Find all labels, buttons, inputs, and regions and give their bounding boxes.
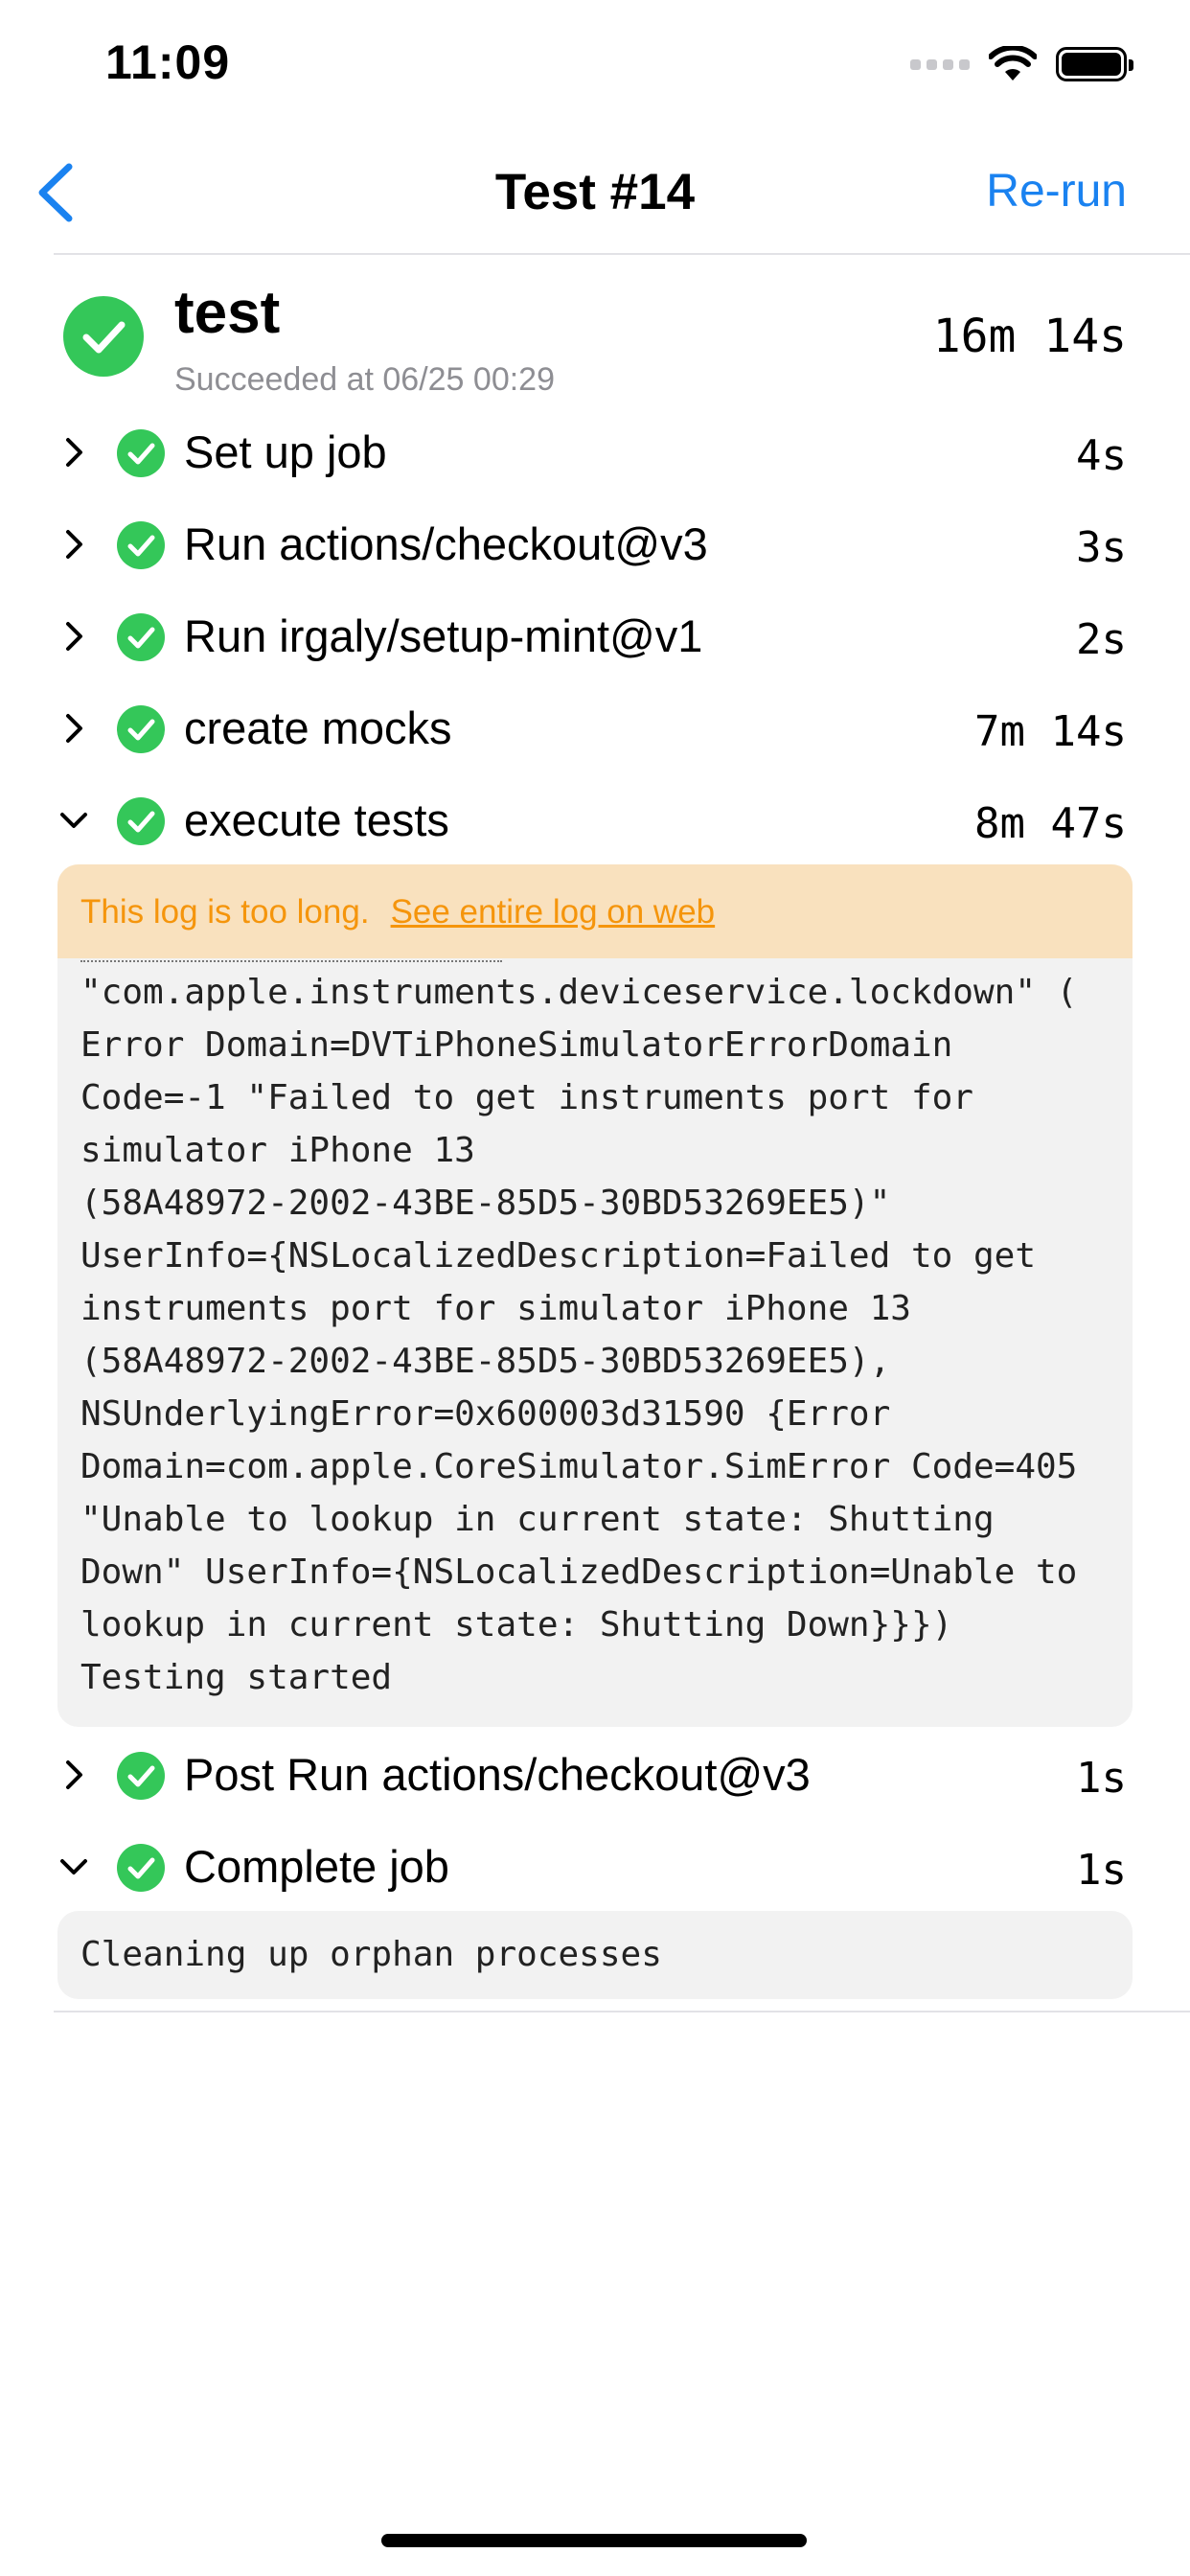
log-line: lookup in current state: Shutting Down}}… bbox=[80, 1605, 953, 1644]
step-row-checkout[interactable]: Run actions/checkout@v3 3s bbox=[0, 498, 1190, 590]
job-header: test Succeeded at 06/25 00:29 16m 14s bbox=[0, 273, 1190, 402]
success-check-icon bbox=[117, 797, 165, 845]
step-row-set-up-job[interactable]: Set up job 4s bbox=[0, 406, 1190, 498]
log-too-long-banner: This log is too long. See entire log on w… bbox=[57, 864, 1133, 958]
log-line: simulator iPhone 13 bbox=[80, 1131, 475, 1170]
step-label: Complete job bbox=[184, 1841, 449, 1892]
log-text: Cleaning up orphan processes bbox=[80, 1935, 662, 1974]
chevron-right-icon bbox=[66, 530, 82, 559]
truncated-log-line bbox=[57, 958, 1133, 966]
step-duration: 4s bbox=[1076, 431, 1127, 480]
log-line: Code=-1 "Failed to get instruments port … bbox=[80, 1078, 973, 1117]
log-line: Error Domain=DVTiPhoneSimulatorErrorDoma… bbox=[80, 1025, 953, 1065]
step-label: Set up job bbox=[184, 426, 387, 477]
cellular-signal-icon bbox=[910, 58, 970, 70]
navigation-bar: Test #14 Re-run bbox=[0, 134, 1190, 253]
log-text: "com.apple.instruments.deviceservice.loc… bbox=[57, 966, 1133, 1704]
step-row-post-checkout[interactable]: Post Run actions/checkout@v3 1s bbox=[0, 1729, 1190, 1821]
success-check-icon bbox=[117, 705, 165, 753]
step-label: Run irgaly/setup-mint@v1 bbox=[184, 610, 703, 661]
success-check-icon bbox=[117, 429, 165, 477]
step-label: Run actions/checkout@v3 bbox=[184, 518, 708, 569]
job-status: Succeeded at 06/25 00:29 bbox=[174, 361, 555, 398]
chevron-right-icon bbox=[66, 438, 82, 467]
step-duration: 7m 14s bbox=[974, 707, 1127, 756]
chevron-right-icon bbox=[66, 622, 82, 651]
success-check-icon bbox=[117, 1752, 165, 1800]
log-line: Down" UserInfo={NSLocalizedDescription=U… bbox=[80, 1552, 1078, 1592]
step-row-complete-job[interactable]: Complete job 1s bbox=[0, 1821, 1190, 1913]
wifi-icon bbox=[989, 46, 1037, 80]
log-line: instruments port for simulator iPhone 13 bbox=[80, 1289, 911, 1328]
battery-icon bbox=[1056, 47, 1133, 81]
chevron-right-icon bbox=[66, 1760, 82, 1789]
see-entire-log-link[interactable]: See entire log on web bbox=[391, 893, 716, 931]
chevron-down-icon bbox=[60, 813, 87, 828]
log-line: (58A48972-2002-43BE-85D5-30BD53269EE5)" bbox=[80, 1184, 891, 1223]
execute-tests-log[interactable]: This log is too long. See entire log on w… bbox=[57, 864, 1133, 1727]
job-duration: 16m 14s bbox=[932, 310, 1127, 363]
chevron-down-icon bbox=[60, 1859, 87, 1874]
success-check-icon bbox=[117, 521, 165, 569]
step-duration: 8m 47s bbox=[974, 799, 1127, 848]
step-duration: 1s bbox=[1076, 1846, 1127, 1895]
status-time: 11:09 bbox=[105, 35, 231, 89]
log-line: "com.apple.instruments.deviceservice.loc… bbox=[80, 973, 1078, 1012]
divider bbox=[54, 2011, 1190, 2012]
log-line: (58A48972-2002-43BE-85D5-30BD53269EE5), bbox=[80, 1342, 891, 1381]
success-check-icon bbox=[63, 296, 144, 377]
screen: 11:09 Test #14 Re-run test Succeeded at bbox=[0, 0, 1190, 2576]
success-check-icon bbox=[117, 613, 165, 661]
log-warning-text: This log is too long. bbox=[80, 893, 370, 931]
job-name: test bbox=[174, 280, 281, 346]
home-indicator[interactable] bbox=[381, 2534, 807, 2547]
log-line: Domain=com.apple.CoreSimulator.SimError … bbox=[80, 1447, 1078, 1486]
step-row-create-mocks[interactable]: create mocks 7m 14s bbox=[0, 682, 1190, 774]
success-check-icon bbox=[117, 1844, 165, 1892]
chevron-right-icon bbox=[66, 714, 82, 743]
rerun-button[interactable]: Re-run bbox=[986, 165, 1127, 218]
complete-job-log[interactable]: Cleaning up orphan processes bbox=[57, 1911, 1133, 1999]
step-duration: 1s bbox=[1076, 1754, 1127, 1803]
step-duration: 2s bbox=[1076, 615, 1127, 664]
log-line: UserInfo={NSLocalizedDescription=Failed … bbox=[80, 1236, 1036, 1276]
status-icons bbox=[910, 46, 1133, 82]
status-bar: 11:09 bbox=[0, 0, 1190, 134]
step-label: create mocks bbox=[184, 702, 452, 753]
log-line: Testing started bbox=[80, 1658, 393, 1697]
step-label: execute tests bbox=[184, 794, 449, 845]
step-row-execute-tests[interactable]: execute tests 8m 47s bbox=[0, 774, 1190, 866]
log-line: NSUnderlyingError=0x600003d31590 {Error bbox=[80, 1394, 891, 1434]
log-line: "Unable to lookup in current state: Shut… bbox=[80, 1500, 995, 1539]
step-label: Post Run actions/checkout@v3 bbox=[184, 1749, 811, 1800]
step-duration: 3s bbox=[1076, 523, 1127, 572]
step-row-setup-mint[interactable]: Run irgaly/setup-mint@v1 2s bbox=[0, 590, 1190, 682]
divider bbox=[54, 253, 1190, 255]
